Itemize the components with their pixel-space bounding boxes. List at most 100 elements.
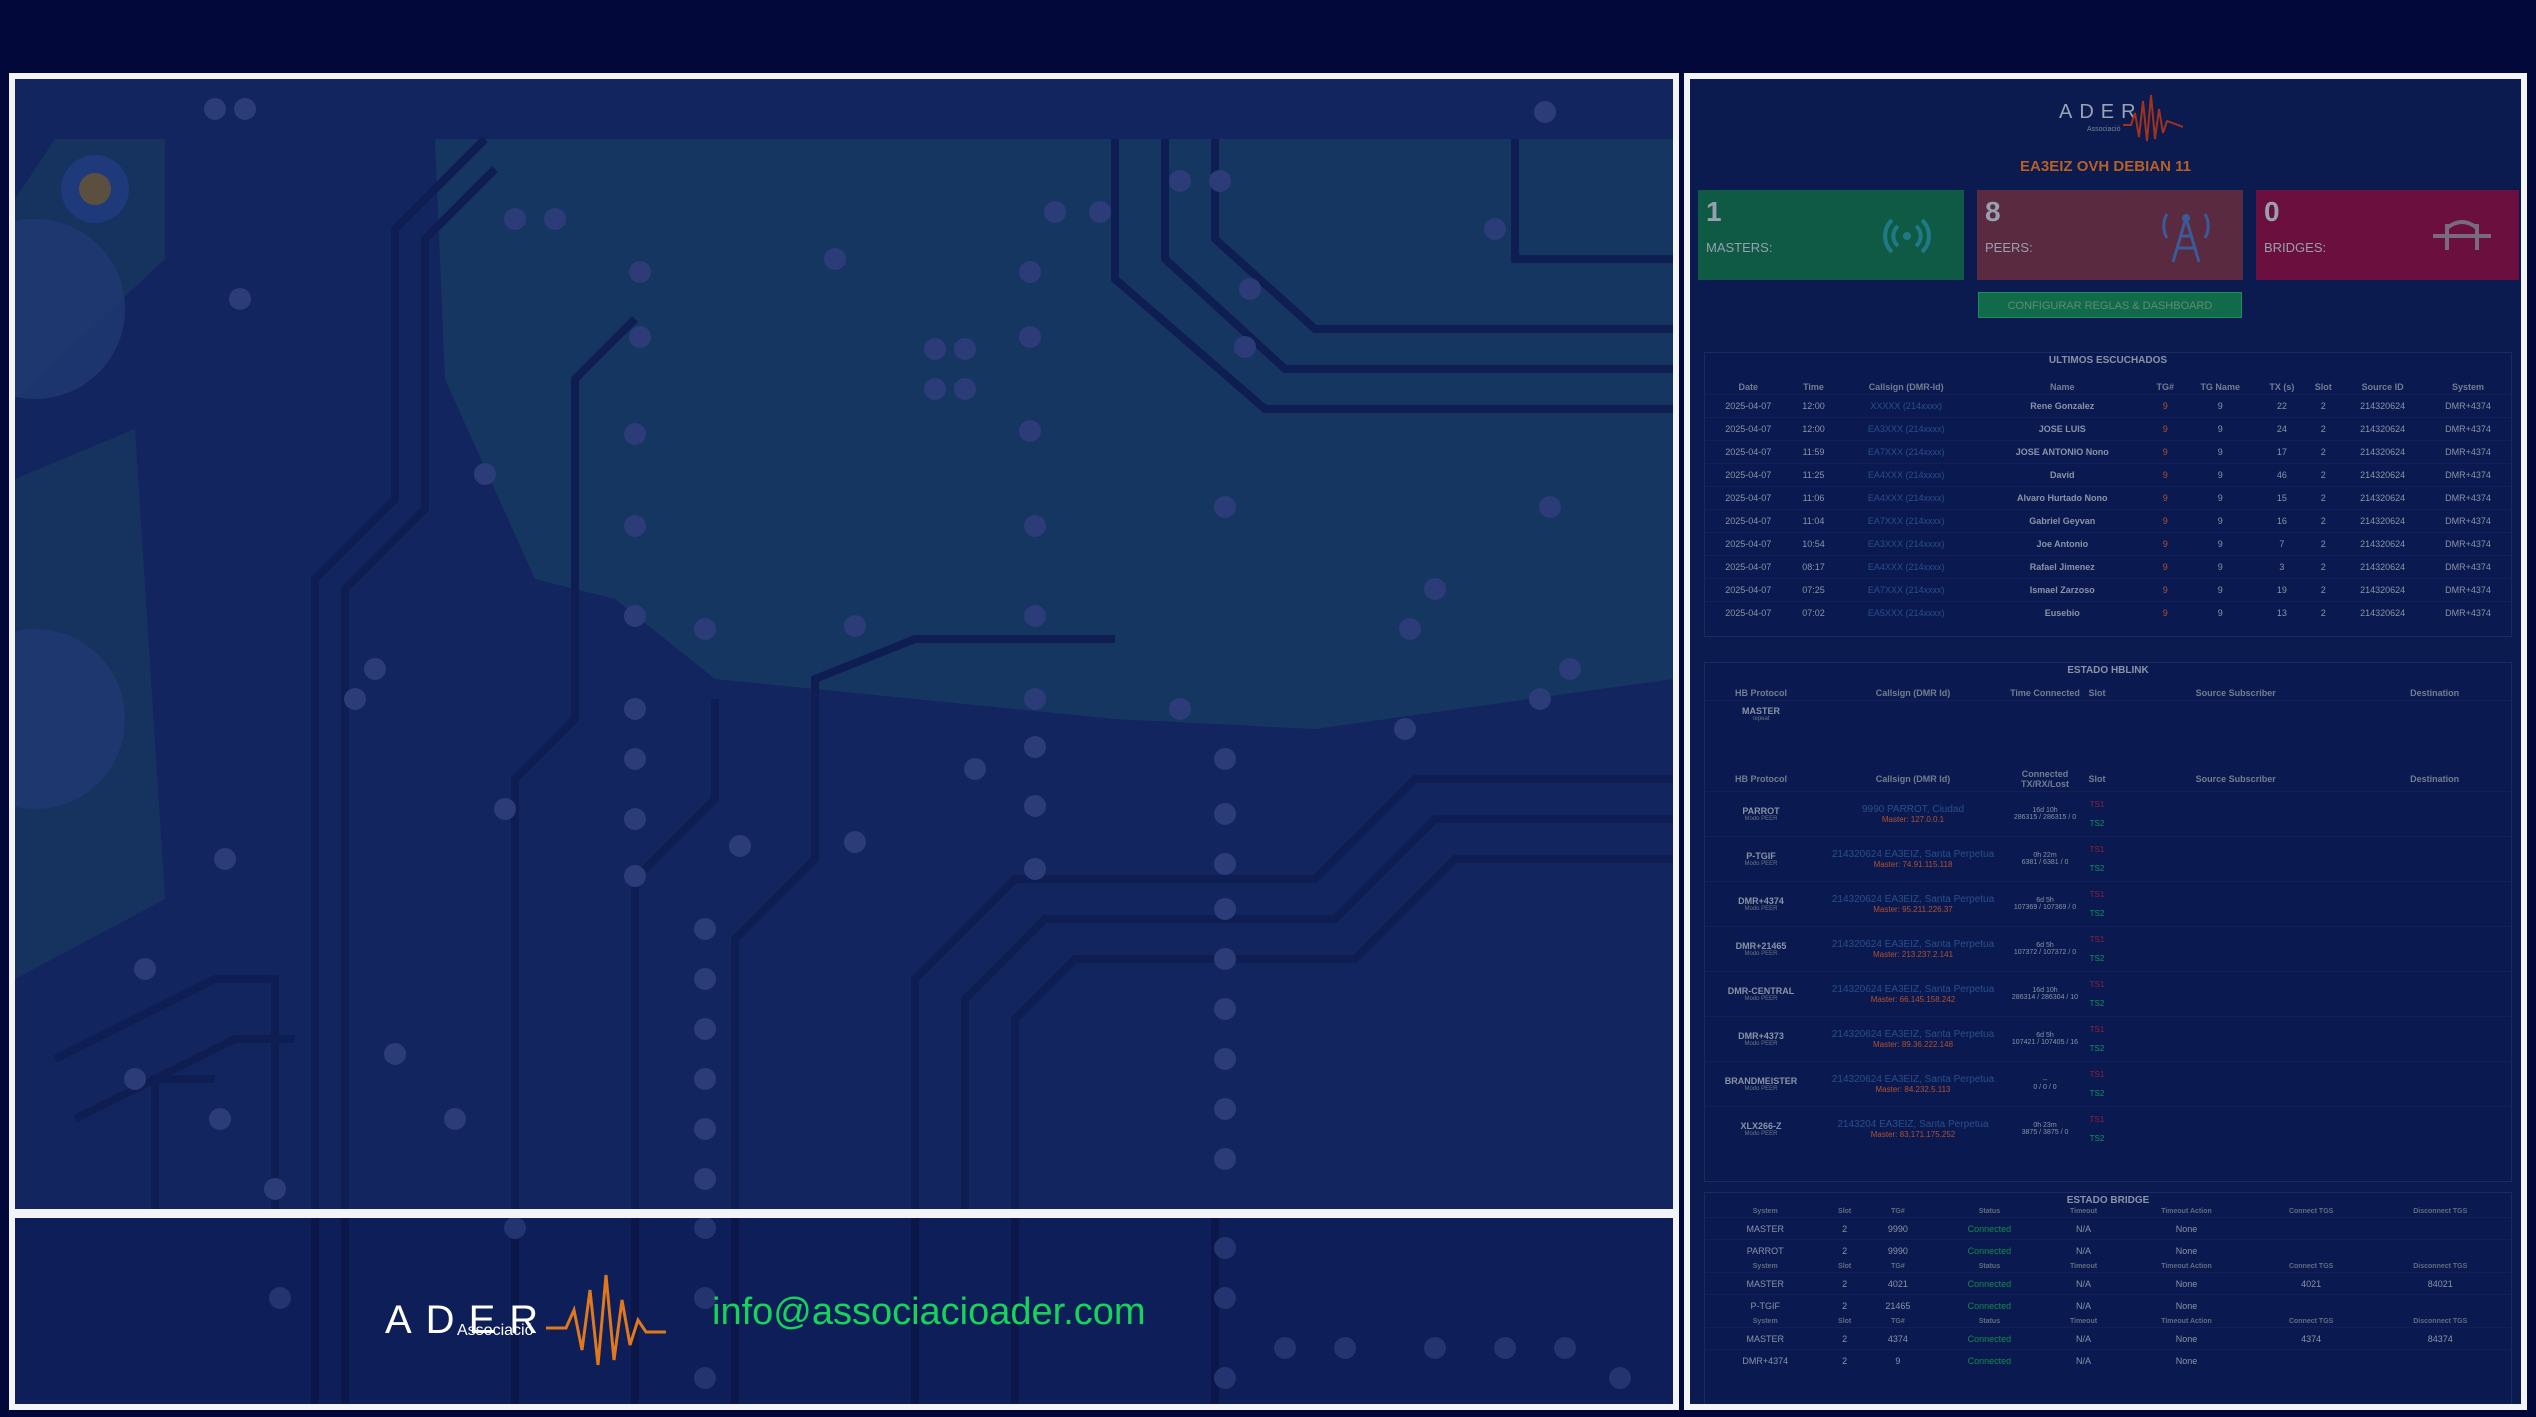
peer-slot-cell: TS1 TS2: [2081, 791, 2113, 836]
footer-logo-subtext: Associació: [457, 1322, 534, 1339]
peer-callsign[interactable]: 214320624 EA3EIZ, Santa Perpetua: [1818, 939, 2008, 950]
bridge-cell: 4021: [1863, 1272, 1932, 1295]
last-heard-cell[interactable]: EA3XXX (214xxxx): [1835, 417, 1977, 441]
bridge-cell: N/A: [2046, 1217, 2121, 1240]
hblink-peer-row[interactable]: PARROT Modo PEER 9990 PARROT, Ciudad Master…: [1705, 791, 2511, 836]
peer-tx-rx-lost: 107372 / 107372 / 0: [2013, 948, 2077, 956]
last-heard-row[interactable]: 2025-04-07 11:06 EA4XXX (214xxxx) Alvaro Hu…: [1705, 486, 2511, 510]
bridge-row[interactable]: MASTER 2 4374 Connected N/A None 4374 84374: [1705, 1327, 2511, 1350]
peer-callsign[interactable]: 2143204 EA3EIZ, Santa Perpetua: [1818, 1119, 2008, 1130]
peers-label: PEERS:: [1985, 240, 2033, 255]
column-header: Source Subscriber: [2195, 688, 2276, 698]
peer-callsign[interactable]: 214320624 EA3EIZ, Santa Perpetua: [1818, 849, 2008, 860]
column-header: Source Subscriber: [2195, 773, 2276, 784]
hblink-peers-table: HB Protocol Callsign (DMR Id) Connected …: [1705, 767, 2511, 1152]
bridges-card[interactable]: 0 BRIDGES:: [2256, 190, 2519, 280]
hblink-peer-row[interactable]: P-TGIF Modo PEER 214320624 EA3EIZ, Santa P…: [1705, 836, 2511, 881]
bridge-row[interactable]: PARROT 2 9990 Connected N/A None: [1705, 1239, 2511, 1261]
peer-callsign[interactable]: 214320624 EA3EIZ, Santa Perpetua: [1818, 1029, 2008, 1040]
bridge-cell: N/A: [2046, 1327, 2121, 1350]
last-heard-cell: 22: [2257, 394, 2307, 418]
contact-email-link[interactable]: info@associacioader.com: [712, 1291, 1146, 1334]
last-heard-cell: 2: [2306, 463, 2341, 487]
column-header: HB Protocol: [1734, 773, 1787, 784]
bridge-row[interactable]: MASTER 2 9990 Connected N/A None: [1705, 1217, 2511, 1240]
peer-callsign-cell: 214320624 EA3EIZ, Santa Perpetua Master: …: [1817, 926, 2009, 971]
last-heard-row[interactable]: 2025-04-07 12:00 XXXXX (214xxxx) Rene Gonza…: [1705, 394, 2511, 418]
peer-callsign[interactable]: 214320624 EA3EIZ, Santa Perpetua: [1818, 894, 2008, 905]
last-heard-cell[interactable]: EA4XXX (214xxxx): [1835, 555, 1977, 579]
last-heard-row[interactable]: 2025-04-07 12:00 EA3XXX (214xxxx) JOSE LUIS…: [1705, 417, 2511, 441]
last-heard-cell: 2025-04-07: [1705, 417, 1792, 441]
last-heard-row[interactable]: 2025-04-07 07:02 EA5XXX (214xxxx) Eusebio 9 9…: [1705, 601, 2511, 624]
hblink-peer-row[interactable]: DMR+21465 Modo PEER 214320624 EA3EIZ, Sant…: [1705, 926, 2511, 971]
last-heard-row[interactable]: 2025-04-07 11:04 EA7XXX (214xxxx) Gabriel G…: [1705, 509, 2511, 533]
pcb-artwork: [15, 79, 1673, 1209]
peer-tx-rx-lost: 286314 / 286304 / 10: [2011, 993, 2079, 1001]
peer-slot-cell: TS1 TS2: [2081, 1016, 2113, 1061]
peer-connected-cell: -- 0 / 0 / 0: [2009, 1061, 2081, 1106]
peer-destination: [2358, 1061, 2511, 1106]
peer-destination: [2358, 1106, 2511, 1151]
peer-source-subscriber: [2113, 1106, 2358, 1151]
last-heard-cell: 2025-04-07: [1705, 578, 1792, 602]
column-header: Timeout: [2069, 1208, 2098, 1215]
last-heard-row[interactable]: 2025-04-07 10:54 EA3XXX (214xxxx) Joe Anton…: [1705, 532, 2511, 556]
column-header: Connected TX/RX/Lost: [2020, 768, 2069, 789]
peer-callsign-cell: 214320624 EA3EIZ, Santa Perpetua Master: …: [1817, 836, 2009, 881]
last-heard-cell[interactable]: EA7XXX (214xxxx): [1835, 578, 1977, 602]
peer-source-subscriber: [2113, 1016, 2358, 1061]
column-header: TX (s): [2269, 382, 2295, 392]
last-heard-cell[interactable]: EA3XXX (214xxxx): [1835, 532, 1977, 556]
peer-system-name: DMR+21465: [1735, 940, 1787, 951]
hblink-peer-row[interactable]: BRANDMEISTER Modo PEER 214320624 EA3EIZ, S…: [1705, 1061, 2511, 1106]
column-header: System: [1752, 1318, 1778, 1325]
last-heard-row[interactable]: 2025-04-07 07:25 EA7XXX (214xxxx) Ismael Za…: [1705, 578, 2511, 602]
last-heard-cell[interactable]: EA4XXX (214xxxx): [1835, 486, 1977, 510]
last-heard-cell: 3: [2257, 555, 2307, 579]
last-heard-cell[interactable]: EA4XXX (214xxxx): [1835, 463, 1977, 487]
last-heard-cell: 2: [2306, 601, 2341, 624]
peer-system-name: DMR+4373: [1738, 1030, 1784, 1041]
last-heard-cell[interactable]: EA7XXX (214xxxx): [1835, 509, 1977, 533]
last-heard-cell: 11:25: [1791, 463, 1836, 487]
bridge-row[interactable]: DMR+4374 2 9 Connected N/A None: [1705, 1349, 2511, 1371]
last-heard-row[interactable]: 2025-04-07 11:59 EA7XXX (214xxxx) JOSE ANTO…: [1705, 440, 2511, 464]
last-heard-cell: DMR+4374: [2424, 463, 2511, 487]
peer-mode: Modo PEER: [1744, 1130, 1778, 1137]
last-heard-cell: 46: [2257, 463, 2307, 487]
column-header: Timeout Action: [2161, 1263, 2212, 1270]
last-heard-cell[interactable]: EA7XXX (214xxxx): [1835, 440, 1977, 464]
peer-master-address: Master: 84.232.5.113: [1875, 1084, 1951, 1094]
bridge-cell: 84374: [2369, 1327, 2511, 1350]
configure-rules-button[interactable]: CONFIGURAR REGLAS & DASHBOARD: [1978, 292, 2242, 318]
peer-callsign[interactable]: 214320624 EA3EIZ, Santa Perpetua: [1818, 1074, 2008, 1085]
hblink-peer-row[interactable]: DMR-CENTRAL Modo PEER 214320624 EA3EIZ, Sa…: [1705, 971, 2511, 1016]
tower-icon: [2162, 213, 2210, 263]
peers-card[interactable]: 8 PEERS:: [1977, 190, 2243, 280]
bridge-cell: 2: [1825, 1294, 1864, 1316]
last-heard-cell: 9: [2182, 601, 2258, 624]
bridge-row[interactable]: MASTER 2 4021 Connected N/A None 4021 84021: [1705, 1272, 2511, 1295]
last-heard-row[interactable]: 2025-04-07 11:25 EA4XXX (214xxxx) David 9 9 46…: [1705, 463, 2511, 487]
peer-callsign[interactable]: 214320624 EA3EIZ, Santa Perpetua: [1818, 984, 2008, 995]
last-heard-cell: 9: [2182, 578, 2258, 602]
last-heard-cell[interactable]: XXXXX (214xxxx): [1835, 394, 1977, 418]
peer-callsign[interactable]: 9990 PARROT, Ciudad: [1818, 804, 2008, 815]
last-heard-cell: 13: [2257, 601, 2307, 624]
masters-count: 1: [1706, 196, 1722, 227]
hblink-peer-row[interactable]: DMR+4373 Modo PEER 214320624 EA3EIZ, Santa…: [1705, 1016, 2511, 1061]
column-header: Status: [1978, 1318, 2001, 1325]
bridge-status-section: ESTADO BRIDGE System Slot TG# Status Timeout…: [1704, 1192, 2512, 1404]
masters-card[interactable]: 1 MASTERS:: [1698, 190, 1964, 280]
hblink-peer-row[interactable]: DMR+4374 Modo PEER 214320624 EA3EIZ, Santa…: [1705, 881, 2511, 926]
last-heard-cell[interactable]: EA5XXX (214xxxx): [1835, 601, 1977, 624]
last-heard-cell: 9: [2147, 486, 2183, 510]
last-heard-cell: 15: [2257, 486, 2307, 510]
peer-callsign-cell: 214320624 EA3EIZ, Santa Perpetua Master: …: [1817, 1061, 2009, 1106]
hblink-master-row[interactable]: MASTER repeat: [1705, 700, 2511, 727]
bridge-row[interactable]: P-TGIF 2 21465 Connected N/A None: [1705, 1294, 2511, 1316]
server-title: EA3EIZ OVH DEBIAN 11: [2020, 158, 2191, 175]
hblink-peer-row[interactable]: XLX266-Z Modo PEER 2143204 EA3EIZ, Santa P…: [1705, 1106, 2511, 1151]
last-heard-row[interactable]: 2025-04-07 08:17 EA4XXX (214xxxx) Rafael Ji…: [1705, 555, 2511, 579]
